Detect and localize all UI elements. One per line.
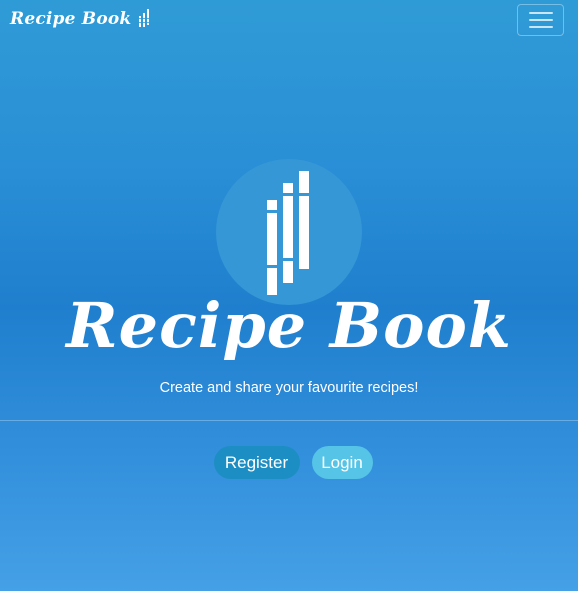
- divider: [0, 420, 578, 421]
- brand-link[interactable]: Recipe Book: [10, 9, 150, 29]
- hero-title: Recipe Book: [66, 289, 512, 362]
- navbar: Recipe Book: [0, 0, 578, 42]
- recipe-bars-icon: [139, 9, 150, 27]
- navbar-toggler-button[interactable]: [517, 4, 564, 36]
- logo-circle: [216, 159, 362, 305]
- tagline: Create and share your favourite recipes!: [159, 380, 419, 396]
- register-button[interactable]: Register: [213, 446, 300, 479]
- hamburger-menu-icon: [528, 12, 553, 28]
- login-button[interactable]: Login: [311, 446, 373, 479]
- auth-buttons: Register Login: [0, 446, 578, 479]
- brand-name: Recipe Book: [10, 9, 132, 29]
- recipe-bars-icon: [267, 171, 309, 295]
